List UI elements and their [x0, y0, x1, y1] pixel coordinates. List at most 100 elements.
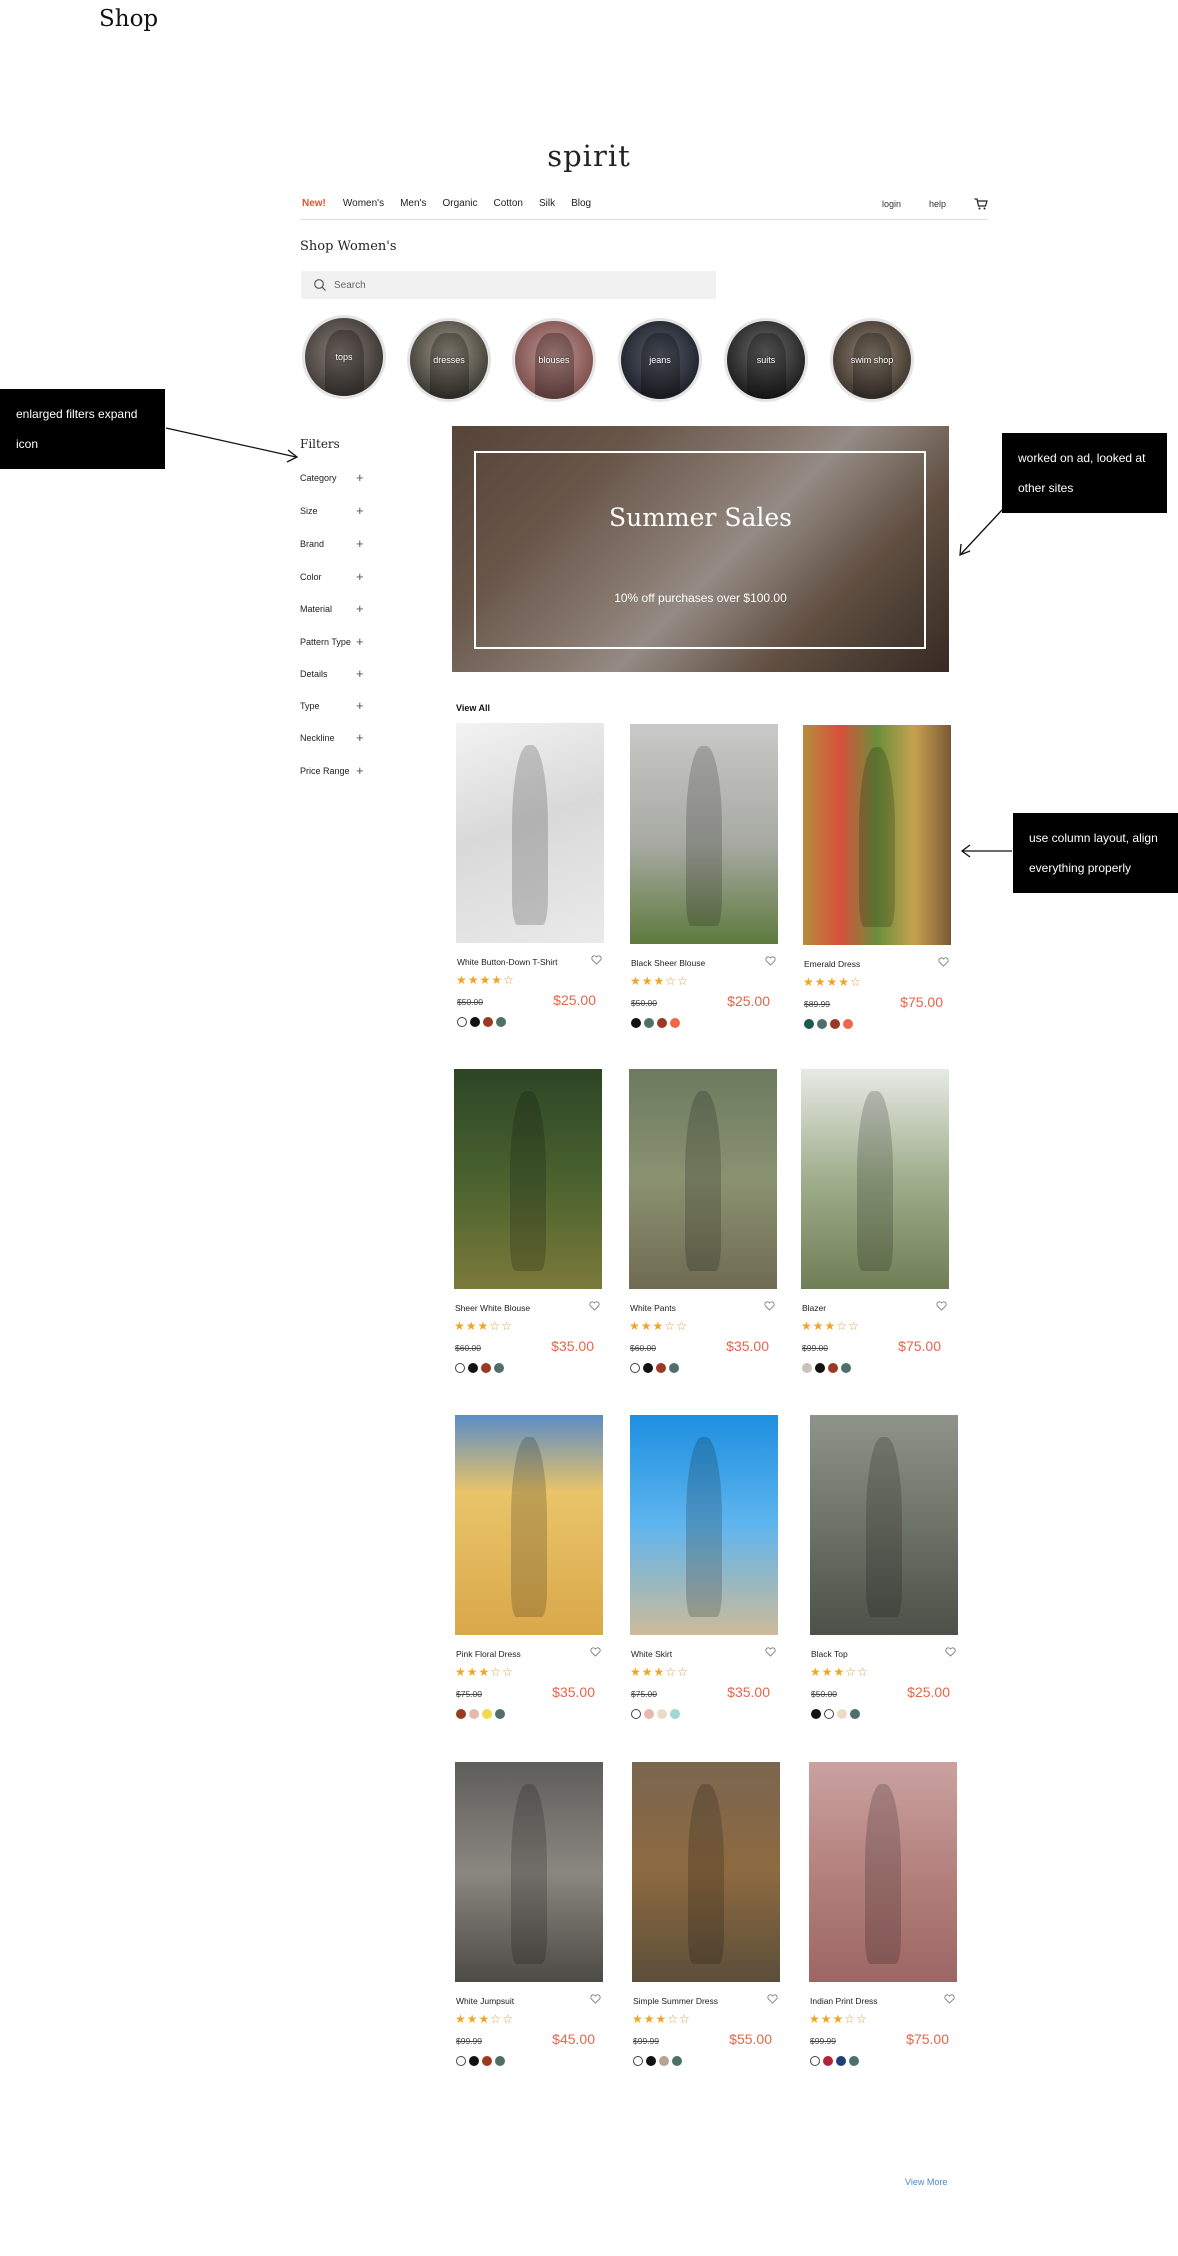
- product-card[interactable]: Blazer ★★★☆☆ $99.00 $75.00: [801, 1069, 949, 1373]
- color-swatch[interactable]: [469, 1709, 479, 1719]
- plus-icon[interactable]: +: [356, 537, 364, 550]
- product-name[interactable]: White Pants: [630, 1303, 676, 1313]
- product-image[interactable]: [454, 1069, 602, 1289]
- plus-icon[interactable]: +: [356, 667, 364, 680]
- color-swatch[interactable]: [631, 1709, 641, 1719]
- color-swatch[interactable]: [482, 2056, 492, 2066]
- heart-icon[interactable]: [944, 1994, 955, 2004]
- product-image[interactable]: [801, 1069, 949, 1289]
- category-suits[interactable]: suits: [724, 318, 808, 402]
- heart-icon[interactable]: [590, 1647, 601, 1657]
- help-link[interactable]: help: [929, 199, 946, 209]
- view-more-link[interactable]: View More: [905, 2177, 947, 2187]
- color-swatch[interactable]: [481, 1363, 491, 1373]
- product-card[interactable]: White Jumpsuit ★★★☆☆ $99.99 $45.00: [455, 1762, 603, 2066]
- color-swatch[interactable]: [495, 1709, 505, 1719]
- plus-icon[interactable]: +: [356, 731, 364, 744]
- heart-icon[interactable]: [589, 1301, 600, 1311]
- color-swatch[interactable]: [811, 1709, 821, 1719]
- product-name[interactable]: Pink Floral Dress: [456, 1649, 521, 1659]
- color-swatch[interactable]: [496, 1017, 506, 1027]
- product-name[interactable]: White Skirt: [631, 1649, 672, 1659]
- plus-icon[interactable]: +: [356, 635, 364, 648]
- product-image[interactable]: [630, 1415, 778, 1635]
- color-swatch[interactable]: [643, 1363, 653, 1373]
- color-swatch[interactable]: [670, 1018, 680, 1028]
- color-swatch[interactable]: [804, 1019, 814, 1029]
- color-swatch[interactable]: [644, 1709, 654, 1719]
- color-swatch[interactable]: [802, 1363, 812, 1373]
- color-swatch[interactable]: [470, 1017, 480, 1027]
- color-swatch[interactable]: [659, 2056, 669, 2066]
- product-name[interactable]: Indian Print Dress: [810, 1996, 878, 2006]
- summer-sales-banner[interactable]: Summer Sales 10% off purchases over $100…: [452, 426, 949, 672]
- color-swatch[interactable]: [670, 1709, 680, 1719]
- nav-link-cotton[interactable]: Cotton: [493, 198, 522, 209]
- heart-icon[interactable]: [945, 1647, 956, 1657]
- view-all-link[interactable]: View All: [456, 703, 490, 713]
- product-name[interactable]: Sheer White Blouse: [455, 1303, 530, 1313]
- product-card[interactable]: Pink Floral Dress ★★★☆☆ $75.00 $35.00: [455, 1415, 603, 1719]
- product-image[interactable]: [809, 1762, 957, 1982]
- nav-link-blog[interactable]: Blog: [571, 198, 591, 209]
- nav-link-mens[interactable]: Men's: [400, 198, 426, 209]
- product-image[interactable]: [455, 1415, 603, 1635]
- color-swatch[interactable]: [824, 1709, 834, 1719]
- color-swatch[interactable]: [836, 2056, 846, 2066]
- product-image[interactable]: [810, 1415, 958, 1635]
- filter-neckline[interactable]: Neckline +: [300, 731, 370, 747]
- cart-icon[interactable]: [974, 198, 988, 210]
- color-swatch[interactable]: [843, 1019, 853, 1029]
- filter-category[interactable]: Category +: [300, 471, 370, 487]
- product-card[interactable]: Indian Print Dress ★★★☆☆ $99.99 $75.00: [809, 1762, 957, 2066]
- filter-pattern-type[interactable]: Pattern Type +: [300, 635, 370, 651]
- nav-link-womens[interactable]: Women's: [343, 198, 384, 209]
- heart-icon[interactable]: [765, 956, 776, 966]
- plus-icon[interactable]: +: [356, 471, 364, 484]
- plus-icon[interactable]: +: [356, 602, 364, 615]
- filter-size[interactable]: Size +: [300, 504, 370, 520]
- filter-color[interactable]: Color +: [300, 570, 370, 586]
- color-swatch[interactable]: [828, 1363, 838, 1373]
- filter-price-range[interactable]: Price Range +: [300, 764, 370, 780]
- search-input[interactable]: [334, 271, 704, 299]
- plus-icon[interactable]: +: [356, 504, 364, 517]
- color-swatch[interactable]: [841, 1363, 851, 1373]
- nav-link-new[interactable]: New!: [302, 198, 326, 209]
- product-card[interactable]: Emerald Dress ★★★★☆ $89.99 $75.00: [803, 725, 951, 1029]
- color-swatch[interactable]: [815, 1363, 825, 1373]
- category-dresses[interactable]: dresses: [407, 318, 491, 402]
- product-image[interactable]: [456, 723, 604, 943]
- filter-details[interactable]: Details +: [300, 667, 370, 683]
- product-image[interactable]: [455, 1762, 603, 1982]
- color-swatch[interactable]: [495, 2056, 505, 2066]
- color-swatch[interactable]: [837, 1709, 847, 1719]
- product-name[interactable]: White Button-Down T-Shirt: [457, 957, 557, 967]
- filter-type[interactable]: Type +: [300, 699, 370, 715]
- color-swatch[interactable]: [823, 2056, 833, 2066]
- color-swatch[interactable]: [455, 1363, 465, 1373]
- heart-icon[interactable]: [590, 1994, 601, 2004]
- product-name[interactable]: Black Sheer Blouse: [631, 958, 705, 968]
- color-swatch[interactable]: [646, 2056, 656, 2066]
- filter-material[interactable]: Material +: [300, 602, 370, 618]
- color-swatch[interactable]: [468, 1363, 478, 1373]
- plus-icon[interactable]: +: [356, 699, 364, 712]
- product-image[interactable]: [632, 1762, 780, 1982]
- product-name[interactable]: Blazer: [802, 1303, 826, 1313]
- heart-icon[interactable]: [936, 1301, 947, 1311]
- plus-icon[interactable]: +: [356, 764, 364, 777]
- color-swatch[interactable]: [633, 2056, 643, 2066]
- product-name[interactable]: Simple Summer Dress: [633, 1996, 718, 2006]
- nav-link-organic[interactable]: Organic: [442, 198, 477, 209]
- color-swatch[interactable]: [456, 1709, 466, 1719]
- brand-logo[interactable]: spirit: [0, 139, 1178, 173]
- color-swatch[interactable]: [644, 1018, 654, 1028]
- color-swatch[interactable]: [483, 1017, 493, 1027]
- plus-icon[interactable]: +: [356, 570, 364, 583]
- category-jeans[interactable]: jeans: [618, 318, 702, 402]
- color-swatch[interactable]: [810, 2056, 820, 2066]
- category-swim-shop[interactable]: swim shop: [830, 318, 914, 402]
- color-swatch[interactable]: [849, 2056, 859, 2066]
- color-swatch[interactable]: [656, 1363, 666, 1373]
